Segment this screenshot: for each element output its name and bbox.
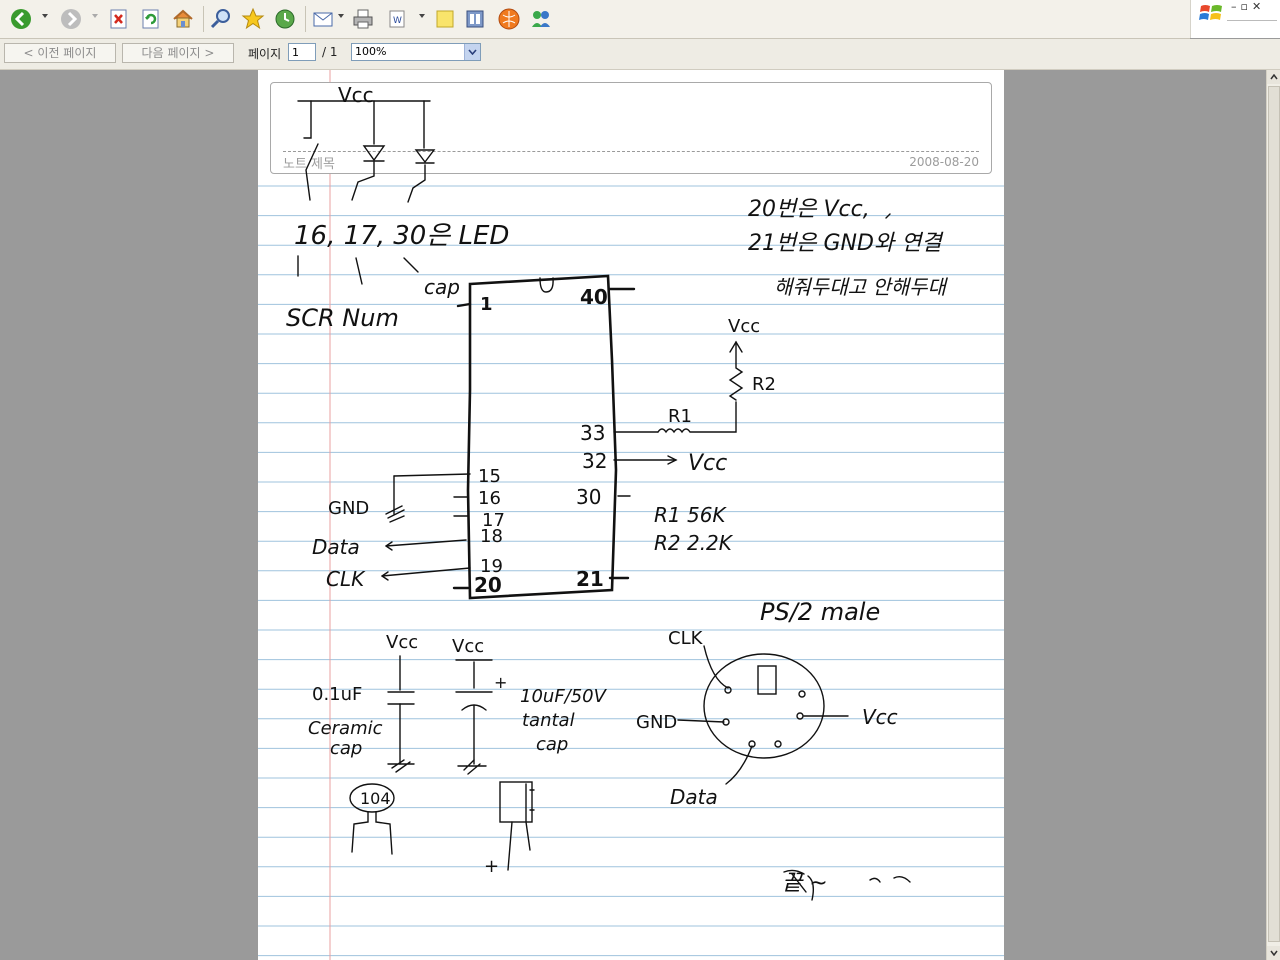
pin-15: 15 <box>478 466 501 487</box>
window-corner: –▫✕ <box>1190 0 1280 38</box>
vcc-32-label: Vcc <box>688 451 727 476</box>
data-label: Data <box>312 535 360 559</box>
pin-16: 16 <box>478 488 501 509</box>
pin-18: 18 <box>480 526 503 547</box>
cap-label: cap <box>424 275 460 299</box>
ps2-data-label: Data <box>670 785 718 809</box>
edit-icon[interactable]: W <box>384 6 410 32</box>
scroll-up-icon[interactable] <box>1267 70 1280 84</box>
vcc-r2-label: Vcc <box>728 316 760 337</box>
note-line-1: 20번은 Vcc, <box>748 197 870 222</box>
browser-toolbar: W <box>0 0 1190 39</box>
forward-dropdown-icon[interactable] <box>92 14 98 18</box>
ceramic-label: Ceramic <box>308 718 383 739</box>
r1-value: R1 56K <box>654 503 727 527</box>
clk-label: CLK <box>326 567 366 591</box>
scr-num-label: SCR Num <box>286 304 399 332</box>
c1-vcc-label: Vcc <box>386 632 418 653</box>
chevron-down-icon[interactable] <box>464 44 480 60</box>
r2-value: R2 2.2K <box>654 531 734 555</box>
mail-icon[interactable] <box>310 6 336 32</box>
search-icon[interactable] <box>208 6 234 32</box>
r1-label: R1 <box>668 406 692 427</box>
handwritten-schematic: Vcc 16, 17, 30은 LED cap SCR Num 1 40 33 … <box>286 83 949 901</box>
toolbar-separator <box>203 6 204 32</box>
page-number-input[interactable]: 1 <box>288 43 316 61</box>
pin-21: 21 <box>576 567 604 591</box>
messenger-icon[interactable] <box>528 6 554 32</box>
sun-icon[interactable] <box>496 6 522 32</box>
scrollbar-thumb[interactable] <box>1268 86 1280 942</box>
page-navigation-bar: < 이전 페이지 다음 페이지 > 페이지 1 / 1 100% <box>0 39 1280 70</box>
pin-32: 32 <box>582 449 607 473</box>
window-buttons[interactable]: –▫✕ <box>1231 0 1265 13</box>
media-icon[interactable] <box>462 6 488 32</box>
c2-value: 10uF/50V <box>520 686 608 707</box>
plus-marker-2: + <box>484 856 499 877</box>
ps2-vcc-label: Vcc <box>862 705 898 729</box>
pin-30: 30 <box>576 485 601 509</box>
led-note: 16, 17, 30은 LED <box>294 221 509 251</box>
back-icon[interactable] <box>8 6 34 32</box>
vcc-top-label: Vcc <box>338 83 374 107</box>
note-icon[interactable] <box>432 6 458 32</box>
corner-divider <box>1227 20 1277 21</box>
pin-33: 33 <box>580 421 605 445</box>
next-page-button[interactable]: 다음 페이지 > <box>122 43 234 63</box>
home-icon[interactable] <box>170 6 196 32</box>
tantal-label: tantal <box>522 710 575 731</box>
windows-logo-icon <box>1199 2 1225 28</box>
zoom-select[interactable]: 100% <box>351 43 481 61</box>
refresh-icon[interactable] <box>138 6 164 32</box>
toolbar-separator <box>305 6 306 32</box>
pin-20: 20 <box>474 573 502 597</box>
c2-cap-label: cap <box>536 734 568 755</box>
edit-dropdown-icon[interactable] <box>419 14 425 18</box>
cap-code-104: 104 <box>360 789 391 808</box>
prev-page-button[interactable]: < 이전 페이지 <box>4 43 116 63</box>
pin-1: 1 <box>480 294 493 315</box>
svg-text:W: W <box>393 16 402 26</box>
back-dropdown-icon[interactable] <box>42 14 48 18</box>
favorites-icon[interactable] <box>240 6 266 32</box>
stop-icon[interactable] <box>106 6 132 32</box>
footer-note: 끝 ~ <box>782 871 828 896</box>
page-total: / 1 <box>322 45 338 59</box>
page-label: 페이지 <box>248 47 282 61</box>
c2-vcc-label: Vcc <box>452 636 484 657</box>
gnd-label: GND <box>328 498 369 519</box>
r2-label: R2 <box>752 374 776 395</box>
print-icon[interactable] <box>350 6 376 32</box>
c1-cap-label: cap <box>330 738 362 759</box>
plus-marker-1: + <box>494 673 507 692</box>
note-page: 노트 제목 2008-08-20 Vcc 16, 17, 30은 LED cap… <box>258 70 1004 960</box>
zoom-value: 100% <box>355 45 387 58</box>
history-icon[interactable] <box>272 6 298 32</box>
c1-value: 0.1uF <box>312 684 362 705</box>
ps2-clk-label: CLK <box>668 628 704 649</box>
forward-icon[interactable] <box>58 6 84 32</box>
ps2-gnd-label: GND <box>636 712 677 733</box>
note-line-3: 해줘두대고 안해두대 <box>774 275 949 299</box>
mail-dropdown-icon[interactable] <box>338 14 344 18</box>
scroll-down-icon[interactable] <box>1267 946 1280 960</box>
ps2-label: PS/2 male <box>760 598 880 626</box>
note-line-2: 21번은 GND와 연결 <box>748 231 944 256</box>
pin-40: 40 <box>580 285 608 309</box>
vertical-scrollbar[interactable] <box>1266 70 1280 960</box>
